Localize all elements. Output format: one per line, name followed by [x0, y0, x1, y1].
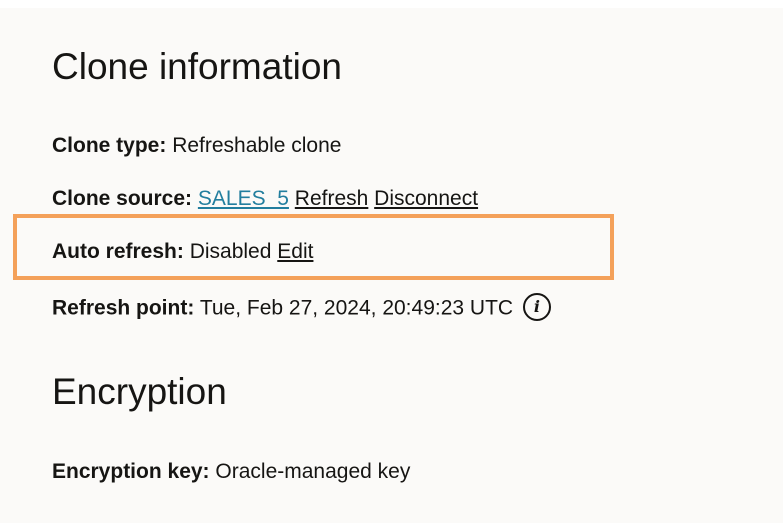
clone-source-label: Clone source: — [52, 187, 193, 210]
auto-refresh-label: Auto refresh: — [52, 240, 184, 263]
clone-information-title: Clone information — [52, 46, 342, 87]
info-icon[interactable]: i — [522, 293, 551, 321]
refresh-point-label: Refresh point: — [52, 296, 195, 320]
encryption-key-label: Encryption key: — [52, 460, 210, 483]
edit-auto-refresh-link[interactable]: Edit — [277, 240, 313, 263]
refresh-point-value: Tue, Feb 27, 2024, 20:49:23 UTC — [199, 296, 514, 320]
details-panel: Clone information Clone type: Refreshabl… — [0, 8, 783, 523]
clone-type-label: Clone type: — [52, 134, 167, 157]
encryption-title: Encryption — [52, 371, 227, 412]
refresh-link[interactable]: Refresh — [295, 187, 369, 210]
encryption-key-value: Oracle-managed key — [215, 460, 411, 483]
clone-source-link[interactable]: SALES_5 — [198, 187, 289, 210]
auto-refresh-value: Disabled — [189, 240, 272, 263]
clone-type-value: Refreshable clone — [172, 134, 342, 157]
clone-type-row: Clone type: Refreshable clone — [52, 135, 341, 156]
refresh-point-row: Refresh point: Tue, Feb 27, 2024, 20:49:… — [52, 293, 551, 323]
auto-refresh-row: Auto refresh: Disabled Edit — [52, 241, 313, 262]
encryption-key-row: Encryption key: Oracle-managed key — [52, 461, 410, 482]
clone-source-row: Clone source: SALES_5 Refresh Disconnect — [52, 188, 478, 209]
disconnect-link[interactable]: Disconnect — [374, 187, 478, 210]
